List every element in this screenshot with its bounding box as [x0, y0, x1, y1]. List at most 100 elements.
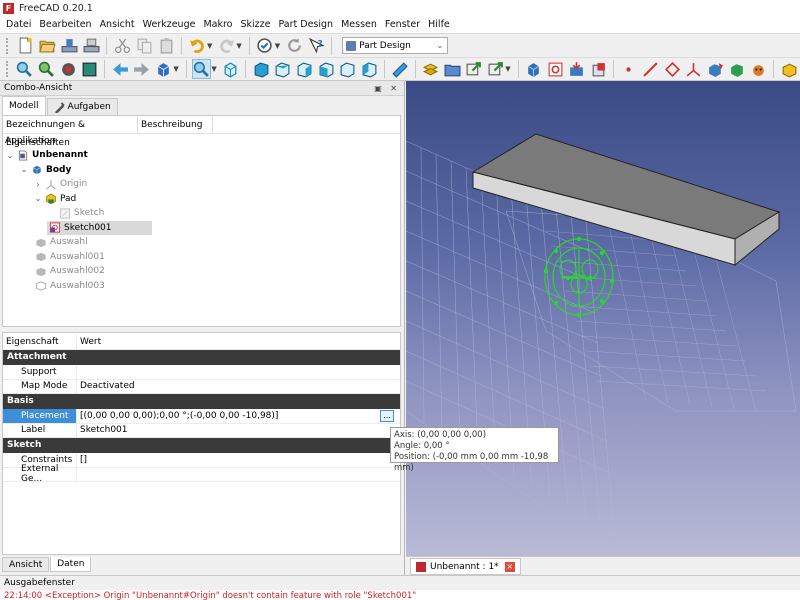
tree-item-origin[interactable]: › Origin: [33, 177, 87, 192]
view-right-icon[interactable]: [295, 59, 315, 79]
menu-ansicht[interactable]: Ansicht: [96, 19, 139, 30]
tree-item-sketch001[interactable]: Sketch001: [47, 220, 152, 235]
tree-item-pad[interactable]: ⌄ Pad: [33, 192, 76, 207]
nav-forward-icon[interactable]: [132, 59, 152, 79]
pad-icon[interactable]: [779, 59, 799, 79]
datum-plane-icon[interactable]: [662, 59, 682, 79]
menu-messen[interactable]: Messen: [337, 19, 381, 30]
view-front-icon[interactable]: [251, 59, 271, 79]
view-rear-icon[interactable]: [316, 59, 336, 79]
3d-viewport[interactable]: [406, 81, 800, 556]
tree-item-body[interactable]: ⌄ Body: [19, 163, 72, 178]
property-row-label[interactable]: Label Sketch001: [3, 423, 400, 438]
view-bottom-icon[interactable]: [338, 59, 358, 79]
menu-bearbeiten[interactable]: Bearbeiten: [35, 19, 95, 30]
tree-header-description[interactable]: Beschreibung: [138, 115, 213, 134]
zoom-dropdown-icon[interactable]: ▼: [211, 65, 216, 73]
placement-value[interactable]: [(0,00 0,00 0,00);0,00 °;(-0,00 0,00 -10…: [80, 411, 278, 421]
chevron-down-icon[interactable]: ⌄: [33, 194, 43, 203]
create-sketch-icon[interactable]: [545, 59, 565, 79]
redo-dropdown-icon[interactable]: ▼: [236, 42, 241, 50]
tree-item-auswahl003[interactable]: Auswahl003: [33, 279, 105, 294]
property-header-value[interactable]: Wert: [77, 335, 400, 349]
panel-float-close-icon[interactable]: ▣ ✕: [374, 84, 400, 93]
macro-dropdown-icon[interactable]: ▼: [275, 42, 280, 50]
view-isometric-icon[interactable]: [221, 59, 241, 79]
create-body-icon[interactable]: [524, 59, 544, 79]
tree-item-auswahl[interactable]: Auswahl: [33, 235, 88, 250]
placement-edit-button[interactable]: ...: [380, 409, 394, 422]
property-header-name[interactable]: Eigenschaft: [3, 335, 77, 349]
sketch001-geometry[interactable]: [543, 236, 615, 318]
menu-hilfe[interactable]: Hilfe: [424, 19, 454, 30]
property-group-attachment[interactable]: Attachment: [3, 350, 400, 365]
toolbar-grip[interactable]: [6, 37, 9, 54]
tab-aufgaben[interactable]: Aufgaben: [46, 98, 118, 115]
paste-icon[interactable]: [156, 36, 176, 56]
open-icon[interactable]: [37, 36, 57, 56]
nav-back-icon[interactable]: [110, 59, 130, 79]
menu-skizze[interactable]: Skizze: [237, 19, 275, 30]
copy-icon[interactable]: [134, 36, 154, 56]
tab-ansicht[interactable]: Ansicht: [2, 557, 50, 572]
menu-makro[interactable]: Makro: [199, 19, 236, 30]
datum-point-icon[interactable]: [619, 59, 639, 79]
chevron-down-icon[interactable]: ⌄: [19, 165, 29, 174]
macro-recording-icon[interactable]: [255, 36, 275, 56]
datum-line-icon[interactable]: [641, 59, 661, 79]
fit-selection-icon[interactable]: [37, 59, 57, 79]
create-part-icon[interactable]: [421, 59, 441, 79]
tab-daten[interactable]: Daten: [50, 557, 92, 572]
local-cs-icon[interactable]: [684, 59, 704, 79]
tree-item-auswahl002[interactable]: Auswahl002: [33, 264, 105, 279]
refresh-icon[interactable]: [284, 36, 304, 56]
zoom-icon[interactable]: [191, 59, 212, 79]
menu-fenster[interactable]: Fenster: [381, 19, 424, 30]
tree-item-auswahl001[interactable]: Auswahl001: [33, 250, 105, 265]
subshape-binder-icon[interactable]: [727, 59, 747, 79]
undo-dropdown-icon[interactable]: ▼: [207, 42, 212, 50]
std-views-icon[interactable]: [154, 59, 174, 79]
tab-modell[interactable]: Modell: [2, 96, 46, 115]
output-log-line[interactable]: 22:14:00 <Exception> Origin "Unbenannt#O…: [0, 590, 800, 600]
new-document-icon[interactable]: [15, 36, 35, 56]
property-row-placement[interactable]: › Placement [(0,00 0,00 0,00);0,00 °;(-0…: [3, 409, 400, 424]
tree-item-sketch[interactable]: Sketch: [57, 206, 104, 221]
std-views-dropdown-icon[interactable]: ▼: [173, 65, 178, 73]
document-tab-unbenannt[interactable]: Unbenannt : 1* ×: [410, 558, 521, 575]
view-left-icon[interactable]: [360, 59, 380, 79]
menu-part-design[interactable]: Part Design: [275, 19, 338, 30]
measure-distance-icon[interactable]: [390, 59, 410, 79]
shape-binder-icon[interactable]: [706, 59, 726, 79]
3d-scene[interactable]: [406, 81, 800, 556]
undo-icon[interactable]: [187, 36, 207, 56]
chevron-down-icon[interactable]: ⌄: [5, 151, 15, 160]
property-group-sketch[interactable]: Sketch: [3, 438, 400, 453]
validate-sketch-icon[interactable]: [567, 59, 587, 79]
chevron-right-icon[interactable]: ›: [33, 180, 43, 189]
property-group-basis[interactable]: Basis: [3, 394, 400, 409]
toolbar-grip[interactable]: [6, 61, 9, 77]
link-dropdown-icon[interactable]: ▼: [505, 65, 510, 73]
save-icon[interactable]: [59, 36, 79, 56]
save-as-icon[interactable]: [81, 36, 101, 56]
menu-werkzeuge[interactable]: Werkzeuge: [139, 19, 200, 30]
draw-style-icon[interactable]: [58, 59, 78, 79]
clone-icon[interactable]: [749, 59, 769, 79]
view-top-icon[interactable]: [273, 59, 293, 79]
property-row-support[interactable]: Support: [3, 365, 400, 380]
create-link-icon[interactable]: [464, 59, 484, 79]
tree-item-unbenannt[interactable]: ⌄ Unbenannt: [5, 148, 88, 163]
menu-datei[interactable]: Datei: [2, 19, 35, 30]
chevron-right-icon[interactable]: ›: [8, 411, 12, 421]
pad-solid[interactable]: [471, 133, 781, 267]
tree-header-labels[interactable]: Bezeichnungen & Eigenschaften: [3, 115, 138, 148]
attach-sketch-icon[interactable]: [588, 59, 608, 79]
cut-icon[interactable]: [112, 36, 132, 56]
property-row-external-geometry[interactable]: External Ge...: [3, 464, 400, 484]
help-icon[interactable]: ?: [306, 36, 326, 56]
close-icon[interactable]: ×: [504, 561, 515, 572]
fit-all-icon[interactable]: [15, 59, 35, 79]
create-group-icon[interactable]: [442, 59, 462, 79]
link-actions-icon[interactable]: [486, 59, 506, 79]
